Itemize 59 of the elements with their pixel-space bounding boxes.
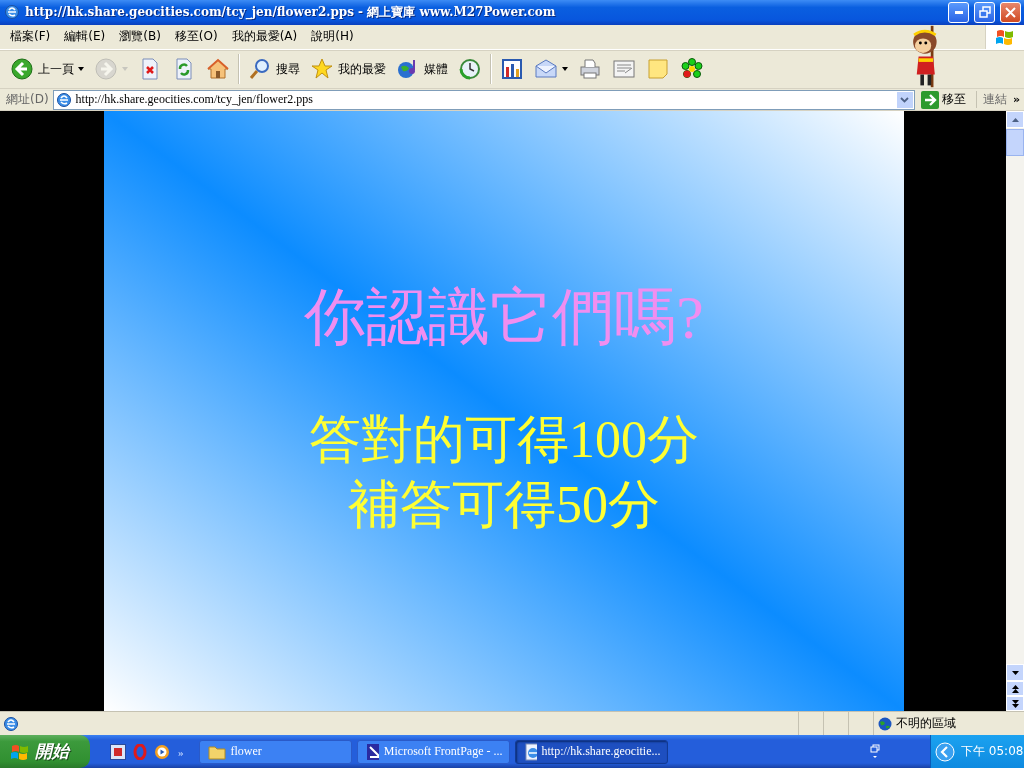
go-button[interactable]: 移至 bbox=[914, 90, 976, 109]
page-icon bbox=[55, 91, 72, 108]
taskbar-button[interactable]: flower bbox=[198, 739, 352, 764]
media-player-icon[interactable] bbox=[154, 743, 170, 760]
links-label[interactable]: 連結 bbox=[975, 91, 1013, 109]
menu-item[interactable]: 說明(H) bbox=[304, 26, 361, 48]
chevron-icon[interactable] bbox=[935, 741, 955, 762]
arrow-icon bbox=[920, 90, 939, 109]
scroll-thumb[interactable] bbox=[1006, 129, 1024, 157]
slide-text: 答對的可得100分 bbox=[309, 410, 699, 471]
close-button[interactable] bbox=[1000, 1, 1021, 23]
back-button[interactable]: 上一頁 bbox=[6, 53, 88, 86]
page-icon bbox=[523, 742, 537, 761]
slide-title: 你認識它們嗎? bbox=[304, 283, 704, 352]
taskbar-button[interactable]: Microsoft FrontPage - ... bbox=[356, 739, 510, 764]
taskbar-button[interactable]: http://hk.share.geocitie... bbox=[514, 739, 668, 764]
down-arrow-icon bbox=[1011, 670, 1019, 675]
app-icon[interactable] bbox=[110, 743, 126, 760]
restore-button[interactable] bbox=[974, 1, 995, 23]
note-icon bbox=[646, 57, 670, 82]
menu-item[interactable]: 我的最愛(A) bbox=[224, 26, 305, 48]
address-label: 網址(D) bbox=[5, 91, 50, 109]
menu-item[interactable]: 瀏覽(B) bbox=[112, 26, 168, 48]
slide-text: 補答可得50分 bbox=[348, 475, 660, 536]
clock-text: 下午 05:08 bbox=[961, 743, 1024, 760]
home-icon bbox=[206, 57, 230, 82]
close-icon bbox=[1005, 6, 1016, 18]
page-icon bbox=[3, 715, 19, 732]
favorites-button[interactable]: 我的最愛 bbox=[306, 53, 390, 86]
menu-item[interactable]: 移至(O) bbox=[167, 26, 225, 48]
star-icon bbox=[310, 57, 334, 82]
minimize-icon bbox=[954, 10, 963, 14]
search-button[interactable]: 搜尋 bbox=[244, 53, 304, 86]
history-clock-icon bbox=[458, 57, 482, 82]
restore-icon bbox=[978, 6, 991, 19]
menu-item[interactable]: 檔案(F) bbox=[3, 26, 58, 48]
flag-logo-icon bbox=[995, 27, 1015, 46]
more-chevron[interactable]: » bbox=[178, 745, 184, 758]
menu-item[interactable]: 編輯(E) bbox=[57, 26, 113, 48]
address-field[interactable]: http://hk.share.geocities.com/tcy_jen/flower2.pps bbox=[52, 89, 915, 110]
more-chevron[interactable]: » bbox=[1012, 93, 1024, 107]
printer-icon bbox=[578, 57, 602, 82]
chart-icon bbox=[500, 57, 524, 82]
media-button[interactable]: 媒體 bbox=[392, 53, 452, 86]
search-icon bbox=[248, 57, 272, 82]
up-arrow-icon bbox=[1011, 117, 1019, 122]
flag-logo-icon bbox=[10, 742, 30, 761]
vertical-scrollbar[interactable] bbox=[1006, 111, 1024, 712]
window-title: http://hk.share.geocities.com/tcy_jen/flower2.pps - 網上寶庫 www.M27Power.com bbox=[25, 3, 557, 21]
zone-text: 不明的區域 bbox=[896, 715, 956, 733]
windows-icon[interactable] bbox=[870, 743, 880, 760]
minimize-button[interactable] bbox=[948, 1, 969, 23]
url-text: http://hk.share.geocities.com/tcy_jen/flower2.pps bbox=[75, 92, 314, 108]
page-up-icon bbox=[1011, 684, 1019, 693]
app-icon bbox=[365, 742, 379, 761]
page-down-icon bbox=[1011, 699, 1019, 708]
start-button[interactable]: 開始 bbox=[0, 735, 90, 768]
browser-logo-icon bbox=[4, 4, 20, 21]
globe-icon bbox=[878, 716, 892, 731]
